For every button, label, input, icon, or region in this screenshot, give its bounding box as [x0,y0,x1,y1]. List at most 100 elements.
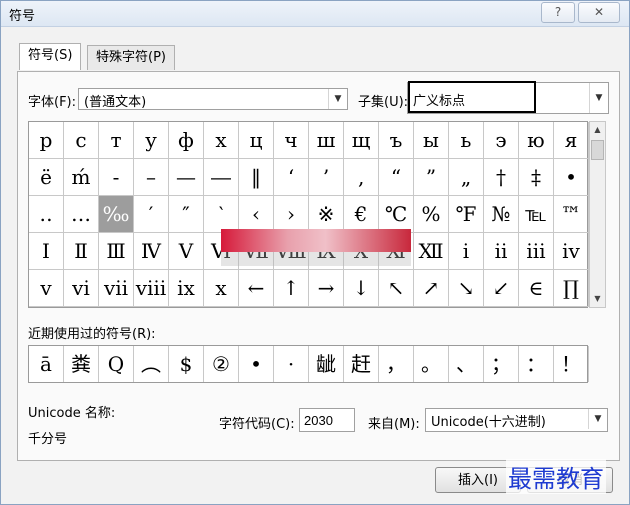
symbol-cell[interactable]: ↙ [484,270,519,307]
symbol-cell[interactable]: „ [449,159,484,196]
symbol-cell[interactable]: ” [414,159,449,196]
symbol-cell[interactable]: № [484,196,519,233]
symbol-cell[interactable]: ⅶ [99,270,134,307]
symbol-cell[interactable]: † [484,159,519,196]
symbol-cell[interactable]: ↘ [449,270,484,307]
symbol-cell[interactable]: ∏ [554,270,589,307]
recent-symbol-cell[interactable]: ︵ [134,346,169,382]
symbol-cell[interactable]: ↖ [379,270,414,307]
symbol-cell[interactable]: ⅸ [169,270,204,307]
symbol-cell[interactable]: ‖ [239,159,274,196]
symbol-cell[interactable]: Ⅳ [134,233,169,270]
grid-scrollbar[interactable]: ▲ ▼ [589,121,606,308]
symbol-cell[interactable]: ⅳ [554,233,589,270]
symbol-cell[interactable]: ь [449,122,484,159]
symbol-cell[interactable]: ′ [134,196,169,233]
symbol-cell[interactable]: ⅴ [29,270,64,307]
font-dropdown[interactable]: (普通文本) ▼ [78,88,348,110]
symbol-cell[interactable]: ※ [309,196,344,233]
recent-symbol-cell[interactable]: ā [29,346,64,382]
symbol-cell[interactable]: … [64,196,99,233]
symbol-cell[interactable]: ш [309,122,344,159]
recent-symbol-cell[interactable]: 粪 [64,346,99,382]
close-button[interactable]: ✕ [578,2,620,23]
symbol-cell[interactable]: ‵ [204,196,239,233]
symbol-cell[interactable]: € [344,196,379,233]
symbol-cell[interactable]: ы [414,122,449,159]
symbol-cell[interactable]: — [169,159,204,196]
symbol-cell[interactable]: ™ [554,196,589,233]
symbol-cell[interactable]: › [274,196,309,233]
symbol-cell[interactable]: щ [344,122,379,159]
symbol-cell[interactable]: Ⅱ [64,233,99,270]
symbol-cell[interactable]: ↑ [274,270,309,307]
symbol-cell[interactable]: ъ [379,122,414,159]
symbol-cell[interactable]: ч [274,122,309,159]
symbol-cell[interactable]: ⅲ [519,233,554,270]
scroll-up-icon[interactable]: ▲ [590,122,605,138]
symbol-cell[interactable]: ― [204,159,239,196]
symbol-cell[interactable]: х [204,122,239,159]
symbol-cell[interactable]: % [414,196,449,233]
symbol-cell[interactable]: ’ [309,159,344,196]
symbol-cell[interactable]: ″ [169,196,204,233]
recent-symbol-cell[interactable]: ： [519,346,554,382]
symbol-cell[interactable]: ‹ [239,196,274,233]
symbol-cell[interactable]: Ⅲ [99,233,134,270]
symbol-cell[interactable]: т [99,122,134,159]
symbol-cell[interactable]: ↗ [414,270,449,307]
symbol-cell[interactable]: ⅵ [64,270,99,307]
symbol-cell[interactable]: → [309,270,344,307]
scroll-down-icon[interactable]: ▼ [590,291,605,307]
recent-symbol-cell[interactable]: ； [484,346,519,382]
symbol-cell[interactable]: ‚ [344,159,379,196]
recent-symbol-cell[interactable]: · [274,346,309,382]
recent-symbol-cell[interactable]: 。 [414,346,449,382]
symbol-cell[interactable]: “ [379,159,414,196]
symbol-cell[interactable]: ‰ [99,196,134,233]
char-code-input[interactable] [299,408,355,432]
help-button[interactable]: ? [541,2,575,23]
symbol-cell[interactable]: Ⅰ [29,233,64,270]
symbol-cell[interactable]: я [554,122,589,159]
recent-symbol-cell[interactable]: 赶 [344,346,379,382]
recent-symbol-cell[interactable]: • [239,346,274,382]
symbol-cell[interactable]: ц [239,122,274,159]
symbol-cell[interactable]: ← [239,270,274,307]
symbol-cell[interactable]: ‐ [99,159,134,196]
symbol-cell[interactable]: ↓ [344,270,379,307]
recent-symbol-cell[interactable]: ② [204,346,239,382]
tab-symbols[interactable]: 符号(S) [19,43,82,70]
symbol-cell[interactable]: ḿ [64,159,99,196]
symbol-cell[interactable]: ‘ [274,159,309,196]
symbol-cell[interactable]: у [134,122,169,159]
symbol-cell[interactable]: ⅱ [484,233,519,270]
symbol-cell[interactable]: ℃ [379,196,414,233]
from-dropdown[interactable]: Unicode(十六进制) ▼ [425,408,608,432]
tab-special-characters[interactable]: 特殊字符(P) [87,45,175,70]
symbol-cell[interactable]: ю [519,122,554,159]
symbol-cell[interactable]: с [64,122,99,159]
symbol-cell[interactable]: ‥ [29,196,64,233]
symbol-cell[interactable]: ‡ [519,159,554,196]
symbol-cell[interactable]: ∈ [519,270,554,307]
symbol-cell[interactable]: Ⅻ [414,233,449,270]
symbol-cell[interactable]: ⅰ [449,233,484,270]
symbol-cell[interactable]: ℉ [449,196,484,233]
scroll-thumb[interactable] [591,140,604,160]
symbol-cell[interactable]: ℡ [519,196,554,233]
symbol-cell[interactable]: • [554,159,589,196]
symbol-cell[interactable]: – [134,159,169,196]
recent-symbol-cell[interactable]: ！ [554,346,589,382]
symbol-cell[interactable]: э [484,122,519,159]
symbol-cell[interactable]: р [29,122,64,159]
symbol-cell[interactable]: ё [29,159,64,196]
symbol-cell[interactable]: Ⅴ [169,233,204,270]
recent-symbol-cell[interactable]: 、 [449,346,484,382]
recent-symbol-cell[interactable]: ， [379,346,414,382]
symbol-cell[interactable]: ⅹ [204,270,239,307]
symbol-cell[interactable]: ф [169,122,204,159]
recent-symbol-cell[interactable]: $ [169,346,204,382]
recent-symbol-cell[interactable]: 龇 [309,346,344,382]
symbol-cell[interactable]: ⅷ [134,270,169,307]
